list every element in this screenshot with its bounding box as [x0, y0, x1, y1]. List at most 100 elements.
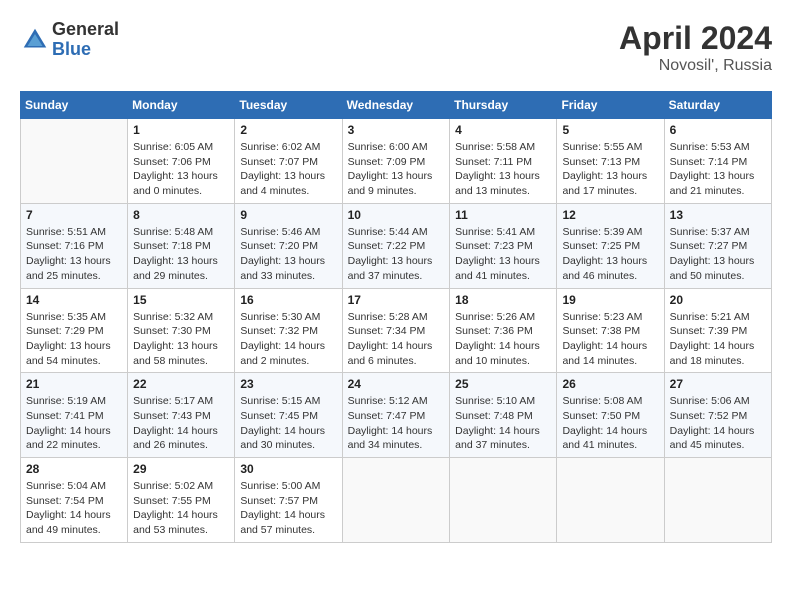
calendar-cell: 26 Sunrise: 5:08 AM Sunset: 7:50 PM Dayli… — [557, 373, 664, 458]
day-info: Sunrise: 5:12 AM Sunset: 7:47 PM Dayligh… — [348, 394, 445, 453]
calendar-cell — [21, 119, 128, 204]
day-info: Sunrise: 5:44 AM Sunset: 7:22 PM Dayligh… — [348, 225, 445, 284]
calendar-week-row: 1 Sunrise: 6:05 AM Sunset: 7:06 PM Daylig… — [21, 119, 772, 204]
day-info: Sunrise: 5:35 AM Sunset: 7:29 PM Dayligh… — [26, 310, 122, 369]
calendar-cell: 29 Sunrise: 5:02 AM Sunset: 7:55 PM Dayli… — [128, 458, 235, 543]
day-number: 9 — [240, 208, 336, 222]
calendar-cell: 7Sunrise: 5:51 AM Sunset: 7:16 PM Daylig… — [21, 203, 128, 288]
calendar-cell — [664, 458, 771, 543]
day-number: 22 — [133, 377, 229, 391]
day-number: 17 — [348, 293, 445, 307]
day-info: Sunrise: 5:53 AM Sunset: 7:14 PM Dayligh… — [670, 140, 766, 199]
day-info: Sunrise: 5:41 AM Sunset: 7:23 PM Dayligh… — [455, 225, 551, 284]
logo-text: General Blue — [52, 20, 119, 60]
day-info: Sunrise: 6:05 AM Sunset: 7:06 PM Dayligh… — [133, 140, 229, 199]
title-block: April 2024 Novosil', Russia — [619, 20, 772, 75]
day-info: Sunrise: 5:55 AM Sunset: 7:13 PM Dayligh… — [562, 140, 658, 199]
day-info: Sunrise: 5:10 AM Sunset: 7:48 PM Dayligh… — [455, 394, 551, 453]
day-info: Sunrise: 5:58 AM Sunset: 7:11 PM Dayligh… — [455, 140, 551, 199]
day-number: 21 — [26, 377, 122, 391]
logo-blue: Blue — [52, 40, 119, 60]
day-number: 24 — [348, 377, 445, 391]
weekday-header-tuesday: Tuesday — [235, 92, 342, 119]
day-number: 27 — [670, 377, 766, 391]
calendar-cell: 21Sunrise: 5:19 AM Sunset: 7:41 PM Dayli… — [21, 373, 128, 458]
calendar-cell: 24 Sunrise: 5:12 AM Sunset: 7:47 PM Dayli… — [342, 373, 450, 458]
weekday-header-wednesday: Wednesday — [342, 92, 450, 119]
page-header: General Blue April 2024 Novosil', Russia — [20, 20, 772, 75]
day-number: 15 — [133, 293, 229, 307]
calendar-cell: 8 Sunrise: 5:48 AM Sunset: 7:18 PM Daylig… — [128, 203, 235, 288]
day-number: 26 — [562, 377, 658, 391]
day-info: Sunrise: 5:46 AM Sunset: 7:20 PM Dayligh… — [240, 225, 336, 284]
weekday-header-thursday: Thursday — [450, 92, 557, 119]
weekday-header-monday: Monday — [128, 92, 235, 119]
calendar-cell: 3 Sunrise: 6:00 AM Sunset: 7:09 PM Daylig… — [342, 119, 450, 204]
day-info: Sunrise: 5:06 AM Sunset: 7:52 PM Dayligh… — [670, 394, 766, 453]
calendar-cell: 10Sunrise: 5:44 AM Sunset: 7:22 PM Dayli… — [342, 203, 450, 288]
day-number: 18 — [455, 293, 551, 307]
calendar-cell: 9 Sunrise: 5:46 AM Sunset: 7:20 PM Daylig… — [235, 203, 342, 288]
calendar-cell: 27 Sunrise: 5:06 AM Sunset: 7:52 PM Dayli… — [664, 373, 771, 458]
day-info: Sunrise: 5:21 AM Sunset: 7:39 PM Dayligh… — [670, 310, 766, 369]
day-info: Sunrise: 5:08 AM Sunset: 7:50 PM Dayligh… — [562, 394, 658, 453]
calendar-cell: 2Sunrise: 6:02 AM Sunset: 7:07 PM Daylig… — [235, 119, 342, 204]
calendar-cell: 28 Sunrise: 5:04 AM Sunset: 7:54 PM Dayli… — [21, 458, 128, 543]
day-number: 16 — [240, 293, 336, 307]
day-info: Sunrise: 5:04 AM Sunset: 7:54 PM Dayligh… — [26, 479, 122, 538]
day-info: Sunrise: 5:48 AM Sunset: 7:18 PM Dayligh… — [133, 225, 229, 284]
logo-icon — [20, 25, 50, 55]
weekday-header-row: SundayMondayTuesdayWednesdayThursdayFrid… — [21, 92, 772, 119]
day-info: Sunrise: 5:15 AM Sunset: 7:45 PM Dayligh… — [240, 394, 336, 453]
day-info: Sunrise: 6:00 AM Sunset: 7:09 PM Dayligh… — [348, 140, 445, 199]
weekday-header-saturday: Saturday — [664, 92, 771, 119]
day-number: 7 — [26, 208, 122, 222]
day-number: 5 — [562, 123, 658, 137]
day-info: Sunrise: 5:23 AM Sunset: 7:38 PM Dayligh… — [562, 310, 658, 369]
day-info: Sunrise: 5:32 AM Sunset: 7:30 PM Dayligh… — [133, 310, 229, 369]
day-number: 19 — [562, 293, 658, 307]
day-number: 8 — [133, 208, 229, 222]
calendar-cell: 19 Sunrise: 5:23 AM Sunset: 7:38 PM Dayli… — [557, 288, 664, 373]
calendar-cell: 25 Sunrise: 5:10 AM Sunset: 7:48 PM Dayli… — [450, 373, 557, 458]
calendar-cell: 16Sunrise: 5:30 AM Sunset: 7:32 PM Dayli… — [235, 288, 342, 373]
day-number: 14 — [26, 293, 122, 307]
calendar-cell: 17 Sunrise: 5:28 AM Sunset: 7:34 PM Dayli… — [342, 288, 450, 373]
month-title: April 2024 — [619, 20, 772, 57]
day-number: 28 — [26, 462, 122, 476]
day-number: 3 — [348, 123, 445, 137]
weekday-header-friday: Friday — [557, 92, 664, 119]
day-number: 12 — [562, 208, 658, 222]
day-info: Sunrise: 5:28 AM Sunset: 7:34 PM Dayligh… — [348, 310, 445, 369]
calendar-table: SundayMondayTuesdayWednesdayThursdayFrid… — [20, 91, 772, 543]
calendar-week-row: 21Sunrise: 5:19 AM Sunset: 7:41 PM Dayli… — [21, 373, 772, 458]
calendar-cell: 23Sunrise: 5:15 AM Sunset: 7:45 PM Dayli… — [235, 373, 342, 458]
calendar-cell: 4 Sunrise: 5:58 AM Sunset: 7:11 PM Daylig… — [450, 119, 557, 204]
day-number: 25 — [455, 377, 551, 391]
calendar-week-row: 14 Sunrise: 5:35 AM Sunset: 7:29 PM Dayli… — [21, 288, 772, 373]
calendar-cell — [450, 458, 557, 543]
day-number: 4 — [455, 123, 551, 137]
location-title: Novosil', Russia — [619, 57, 772, 75]
calendar-week-row: 7Sunrise: 5:51 AM Sunset: 7:16 PM Daylig… — [21, 203, 772, 288]
calendar-cell: 12Sunrise: 5:39 AM Sunset: 7:25 PM Dayli… — [557, 203, 664, 288]
day-info: Sunrise: 5:02 AM Sunset: 7:55 PM Dayligh… — [133, 479, 229, 538]
day-number: 30 — [240, 462, 336, 476]
day-number: 2 — [240, 123, 336, 137]
calendar-cell: 6 Sunrise: 5:53 AM Sunset: 7:14 PM Daylig… — [664, 119, 771, 204]
logo: General Blue — [20, 20, 119, 60]
weekday-header-sunday: Sunday — [21, 92, 128, 119]
calendar-cell: 11 Sunrise: 5:41 AM Sunset: 7:23 PM Dayli… — [450, 203, 557, 288]
day-number: 1 — [133, 123, 229, 137]
calendar-week-row: 28 Sunrise: 5:04 AM Sunset: 7:54 PM Dayli… — [21, 458, 772, 543]
day-info: Sunrise: 5:26 AM Sunset: 7:36 PM Dayligh… — [455, 310, 551, 369]
calendar-cell: 22Sunrise: 5:17 AM Sunset: 7:43 PM Dayli… — [128, 373, 235, 458]
calendar-cell: 1 Sunrise: 6:05 AM Sunset: 7:06 PM Daylig… — [128, 119, 235, 204]
day-number: 6 — [670, 123, 766, 137]
day-number: 13 — [670, 208, 766, 222]
day-number: 11 — [455, 208, 551, 222]
calendar-cell: 14 Sunrise: 5:35 AM Sunset: 7:29 PM Dayli… — [21, 288, 128, 373]
calendar-cell: 20 Sunrise: 5:21 AM Sunset: 7:39 PM Dayli… — [664, 288, 771, 373]
day-number: 29 — [133, 462, 229, 476]
day-number: 20 — [670, 293, 766, 307]
